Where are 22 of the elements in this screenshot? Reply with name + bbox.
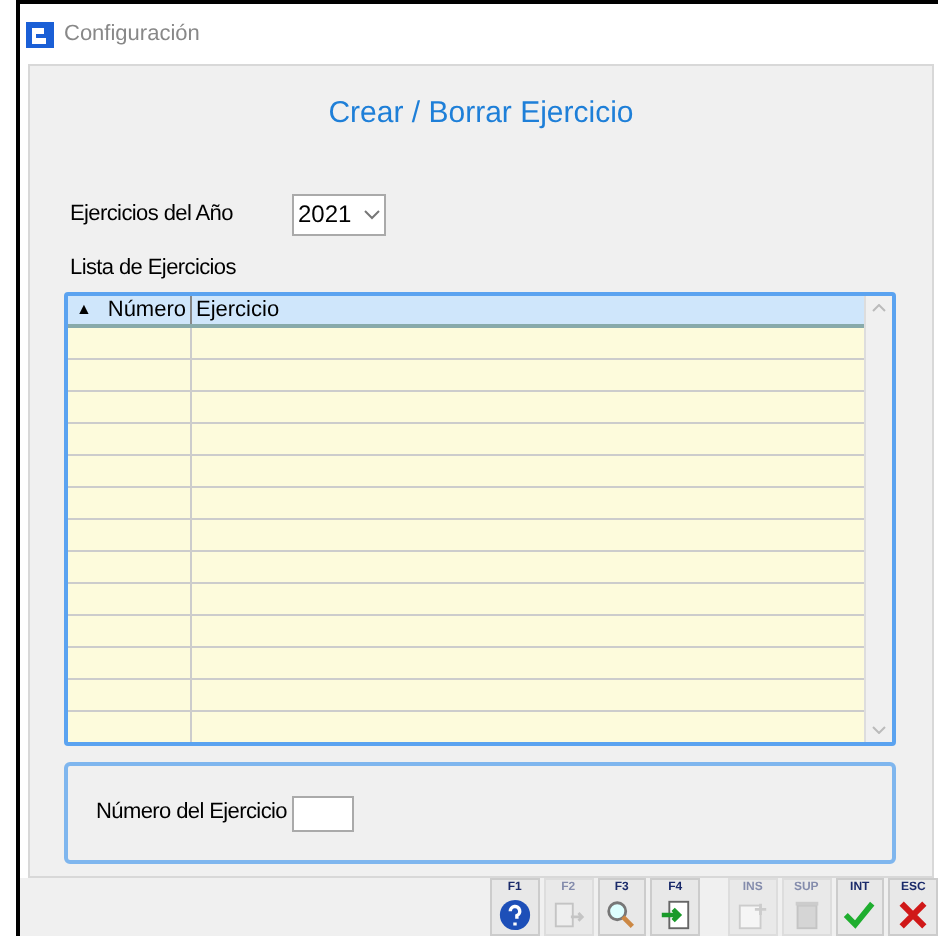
help-icon [497, 898, 532, 932]
column-header[interactable]: ▲ Número [68, 296, 192, 324]
close-icon [896, 898, 931, 932]
window-title: Configuración [64, 19, 200, 50]
year-dropdown[interactable]: 2021 [292, 193, 386, 235]
form-title: Crear / Borrar Ejercicio [326, 94, 636, 134]
column-header[interactable]: Ejercicio [192, 296, 864, 324]
field-label: Número del Ejercicio [96, 798, 289, 829]
scrollbar[interactable] [864, 296, 892, 742]
number-input[interactable] [292, 795, 354, 831]
enter-arrow-icon [658, 898, 693, 932]
search-icon [604, 898, 639, 932]
checkmark-icon [842, 898, 877, 932]
new-page-icon [735, 898, 770, 932]
field-label: Ejercicios del Año [70, 199, 235, 230]
list-label: Lista de Ejercicios [70, 253, 238, 283]
chevron-down-icon [364, 209, 380, 219]
page-arrow-icon [551, 898, 586, 932]
app-icon [26, 20, 54, 48]
scroll-up-icon[interactable] [872, 304, 886, 312]
scroll-down-icon[interactable] [872, 726, 886, 734]
sort-arrow-icon: ▲ [76, 298, 92, 322]
